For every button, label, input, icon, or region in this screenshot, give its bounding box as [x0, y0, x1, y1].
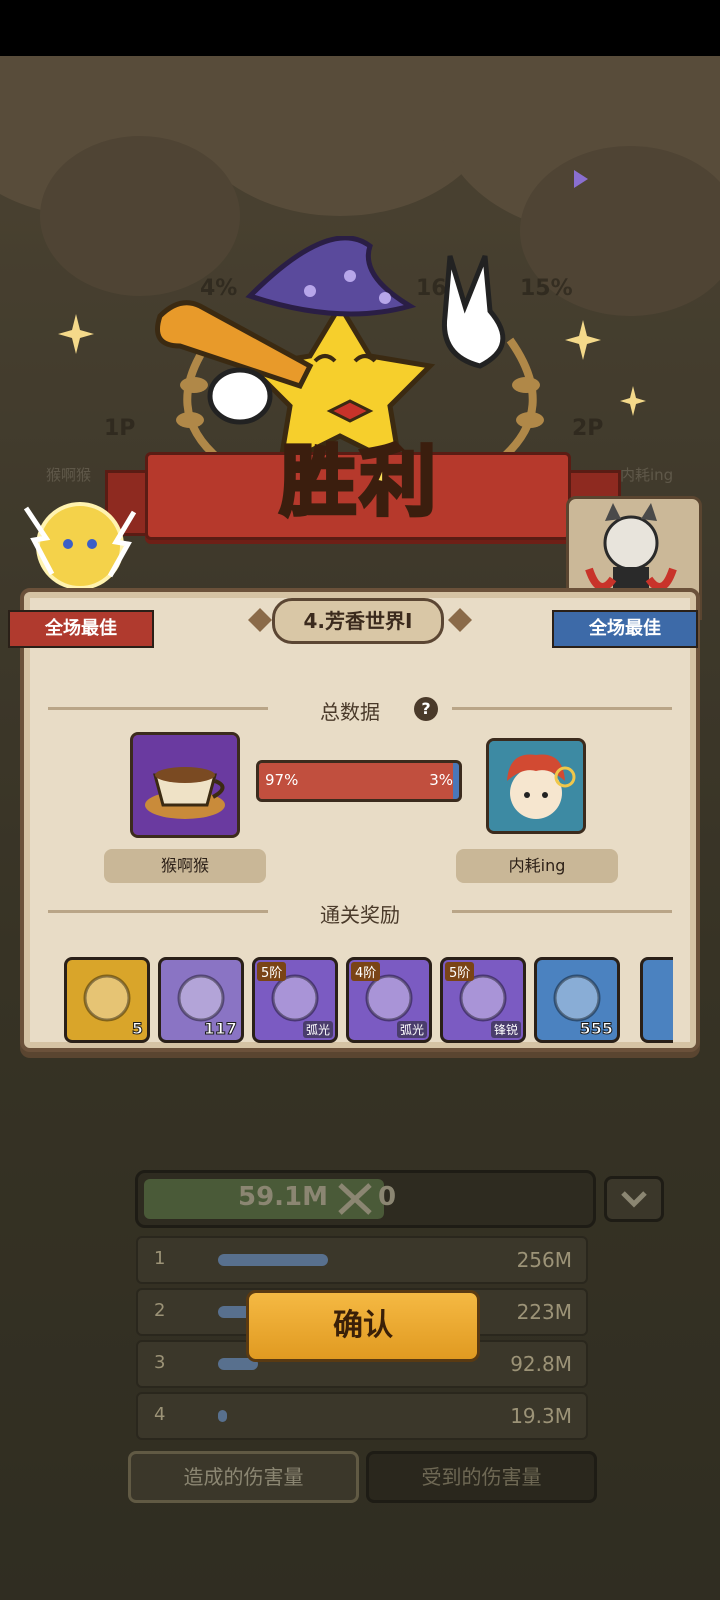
- divider: [48, 910, 268, 913]
- reward-item[interactable]: 117: [158, 957, 244, 1043]
- damage-dealt-value: 59.1M: [238, 1182, 329, 1212]
- total-data-title: 总数据: [320, 700, 380, 724]
- reward-count: 117: [203, 1019, 237, 1039]
- reward-item[interactable]: 5阶弧光: [252, 957, 338, 1043]
- player-right-name: 内耗ing: [456, 849, 618, 883]
- player-left-name: 猴啊猴: [104, 849, 266, 883]
- damage-summary-panel: 59.1M 0: [135, 1170, 596, 1228]
- reward-tier: 5阶: [257, 962, 287, 981]
- reward-item[interactable]: 4阶弧光: [346, 957, 432, 1043]
- ranking-row: 1 256M: [136, 1236, 588, 1284]
- stage-title: 4.芳香世界Ⅰ: [272, 598, 444, 644]
- reward-item[interactable]: 5阶锋锐: [440, 957, 526, 1043]
- ranking-bar: [218, 1254, 328, 1266]
- share-right-label: 3%: [429, 771, 453, 789]
- reward-tier: 5阶: [445, 962, 475, 981]
- player-right-avatar[interactable]: [486, 738, 586, 834]
- damage-share-bar: 97% 3%: [256, 760, 462, 802]
- player-left-avatar[interactable]: [130, 732, 240, 838]
- reward-item-partial[interactable]: [640, 957, 673, 1043]
- reward-count: 5: [131, 1019, 143, 1039]
- ranking-rank: 2: [154, 1300, 166, 1321]
- reward-item[interactable]: 555: [534, 957, 620, 1043]
- help-button[interactable]: ?: [414, 697, 438, 721]
- tab-damage-taken[interactable]: 受到的伤害量: [366, 1451, 597, 1503]
- sparkle-icon: [620, 386, 646, 416]
- divider: [452, 910, 672, 913]
- confirm-button[interactable]: 确认: [246, 1290, 480, 1362]
- reward-tier: 4阶: [351, 962, 381, 981]
- ranking-rank: 3: [154, 1352, 166, 1373]
- mvp-badge-right: 全场最佳: [552, 610, 698, 648]
- victory-title: 胜利: [278, 435, 440, 528]
- diamond-icon: [248, 608, 272, 632]
- share-left-label: 97%: [265, 771, 299, 789]
- ranking-value: 92.8M: [510, 1352, 572, 1376]
- sparkle-icon: [565, 320, 601, 360]
- damage-taken-value: 0: [378, 1182, 397, 1212]
- tab-damage-dealt[interactable]: 造成的伤害量: [128, 1451, 359, 1503]
- divider: [48, 707, 268, 710]
- diamond-icon: [448, 608, 472, 632]
- teacup-icon: [133, 735, 237, 835]
- bunny-girl-icon: [489, 741, 583, 831]
- divider: [452, 707, 672, 710]
- ranking-rank: 1: [154, 1248, 166, 1269]
- reward-count: 555: [579, 1019, 613, 1039]
- reward-tag: 锋锐: [490, 1021, 521, 1038]
- ranking-bar: [218, 1410, 227, 1422]
- ranking-row: 4 19.3M: [136, 1392, 588, 1440]
- crossed-swords-icon: [338, 1183, 372, 1215]
- rewards-title: 通关奖励: [320, 903, 400, 927]
- ranking-value: 256M: [516, 1248, 572, 1272]
- reward-tag: 弧光: [396, 1021, 427, 1038]
- reward-tag: 弧光: [302, 1021, 333, 1038]
- ranking-rank: 4: [154, 1404, 166, 1425]
- ranking-value: 223M: [516, 1300, 572, 1324]
- sparkle-icon: [58, 314, 94, 354]
- confetti-icon: [574, 170, 588, 188]
- chevron-down-icon: [621, 1191, 647, 1208]
- mvp-badge-left: 全场最佳: [8, 610, 154, 648]
- ranking-value: 19.3M: [510, 1404, 572, 1428]
- expand-button[interactable]: [604, 1176, 664, 1222]
- reward-item[interactable]: 5: [64, 957, 150, 1043]
